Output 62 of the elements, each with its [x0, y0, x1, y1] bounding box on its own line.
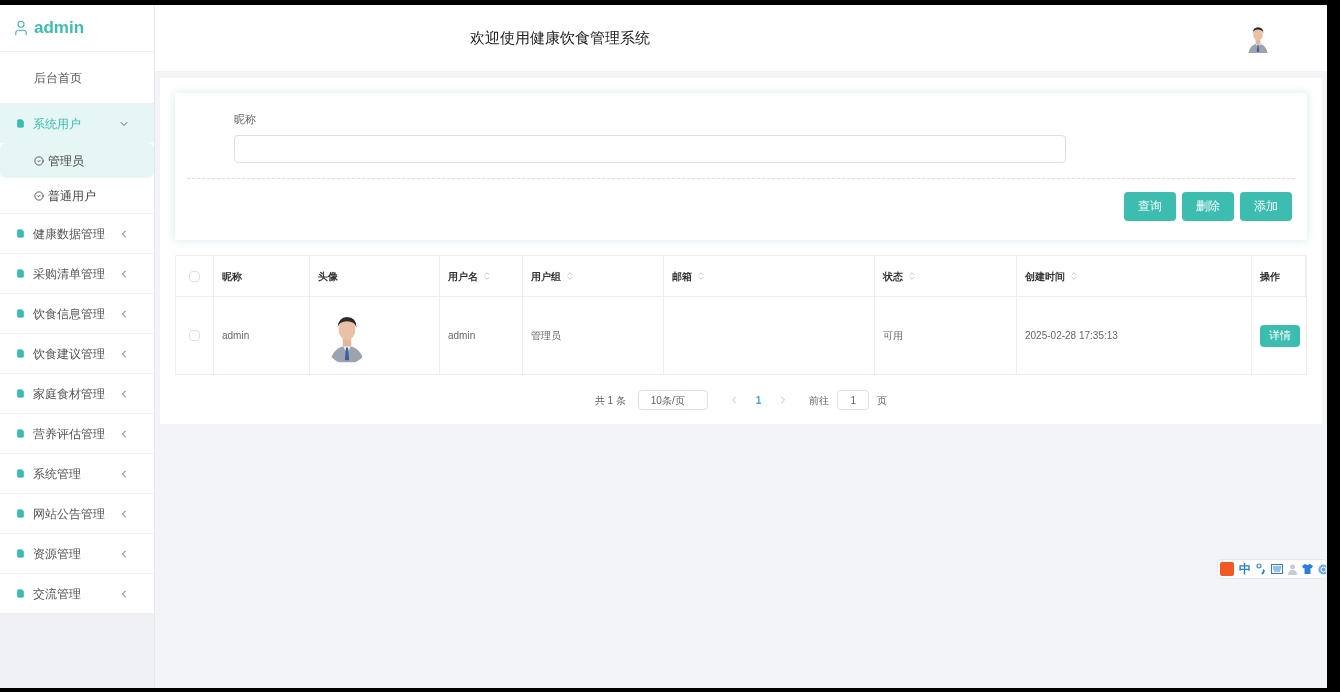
- column-title: 用户组: [531, 269, 561, 284]
- menu-group[interactable]: 采购清单管理: [0, 254, 154, 293]
- goto-suffix: 页: [877, 393, 888, 408]
- document-icon: [16, 309, 25, 318]
- nickname-field[interactable]: [234, 134, 1066, 163]
- column-title: 头像: [318, 269, 338, 284]
- punctuation-icon[interactable]: [1256, 563, 1266, 575]
- document-icon: [16, 349, 25, 358]
- document-icon: [16, 549, 25, 558]
- column-title: 邮箱: [672, 269, 692, 284]
- ime-logo-icon[interactable]: [1220, 562, 1234, 576]
- input-mode[interactable]: 中: [1239, 563, 1251, 575]
- field-label: 昵称: [234, 112, 257, 127]
- document-icon: [16, 589, 25, 598]
- column-title: 创建时间: [1025, 269, 1065, 284]
- sort-icon[interactable]: [696, 271, 706, 281]
- column-title: 状态: [883, 269, 903, 284]
- table-cell-text: admin: [222, 329, 250, 343]
- submenu-item[interactable]: 普通用户: [0, 178, 154, 213]
- circle-check-icon: [34, 190, 44, 201]
- column-title: 操作: [1260, 269, 1280, 284]
- keyboard-icon[interactable]: [1271, 564, 1283, 574]
- submenu-item[interactable]: 管理员: [0, 143, 154, 178]
- sort-icon[interactable]: [482, 271, 492, 281]
- table-cell-text: 管理员: [531, 329, 561, 343]
- table-cell-text: admin: [448, 329, 476, 343]
- shirt-icon[interactable]: [1302, 564, 1313, 574]
- total-count: 共 1 条: [594, 393, 626, 408]
- document-icon: [16, 389, 25, 398]
- sort-icon[interactable]: [565, 271, 575, 281]
- person-icon[interactable]: [1288, 563, 1297, 575]
- menu-group[interactable]: 家庭食材管理: [0, 374, 154, 413]
- menu-group[interactable]: 营养评估管理: [0, 414, 154, 453]
- column-title: 昵称: [222, 269, 242, 284]
- table-cell-text: 2025-02-28 17:35:13: [1025, 329, 1118, 343]
- sort-icon[interactable]: [1069, 271, 1079, 281]
- page-title: 欢迎使用健康饮食管理系统: [470, 27, 650, 48]
- document-icon: [16, 119, 25, 128]
- sort-icon[interactable]: [907, 271, 917, 281]
- menu-group[interactable]: 资源管理: [0, 534, 154, 573]
- user-icon: [12, 19, 30, 37]
- column-title: 用户名: [448, 269, 478, 284]
- document-icon: [16, 469, 25, 478]
- menu-group[interactable]: 饮食信息管理: [0, 294, 154, 333]
- menu-group[interactable]: 交流管理: [0, 574, 154, 613]
- menu-group[interactable]: 网站公告管理: [0, 494, 154, 533]
- checkbox[interactable]: [189, 330, 200, 341]
- circle-check-icon: [34, 155, 44, 166]
- document-icon: [16, 269, 25, 278]
- menu-group[interactable]: 系统管理: [0, 454, 154, 493]
- globe-icon[interactable]: [1318, 563, 1326, 575]
- user-name: admin: [34, 17, 85, 40]
- table-cell-text: 可用: [883, 329, 903, 343]
- goto-field[interactable]: 1: [837, 390, 870, 410]
- page-size-select[interactable]: 10条/页: [637, 390, 708, 410]
- menu-group[interactable]: 饮食建议管理: [0, 334, 154, 373]
- document-icon: [16, 429, 25, 438]
- menu-group[interactable]: 健康数据管理: [0, 214, 154, 253]
- goto-label: 前往: [809, 393, 830, 408]
- document-icon: [16, 509, 25, 518]
- document-icon: [16, 229, 25, 238]
- checkbox[interactable]: [189, 270, 200, 282]
